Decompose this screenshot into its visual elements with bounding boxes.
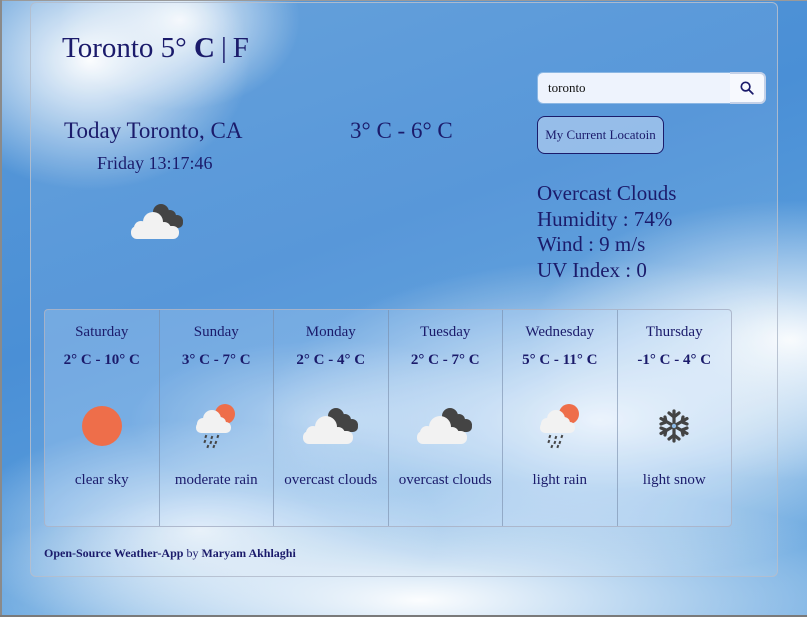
fahrenheit-toggle[interactable]: F (233, 32, 249, 64)
today-datetime: Friday 13:17:46 (97, 153, 213, 173)
weather-details: Overcast Clouds Humidity : 74% Wind : 9 … (537, 181, 676, 283)
footer: Open-Source Weather-App by Maryam Akhlag… (44, 546, 296, 561)
forecast-day: Monday 2° C - 4° C overcast clouds (274, 310, 389, 526)
current-location-button[interactable]: My Current Locatoin (537, 116, 664, 154)
forecast-day: Wednesday 5° C - 11° C light rain (503, 310, 618, 526)
forecast-day-description: light snow (642, 472, 706, 488)
forecast-day-range: -1° C - 4° C (637, 352, 712, 368)
window-top-edge (0, 0, 807, 1)
forecast-day-description: moderate rain (174, 472, 258, 488)
forecast-day: Saturday 2° C - 10° C clear sky (45, 310, 160, 526)
forecast-day-name: Monday (305, 324, 356, 340)
forecast-day-name: Wednesday (525, 324, 595, 340)
forecast-day-name: Tuesday (420, 324, 471, 340)
today-location: Today Toronto, CA (64, 118, 243, 143)
forecast-day-name: Saturday (75, 324, 129, 340)
forecast-day-description: overcast clouds (398, 472, 492, 488)
current-temperature: 5° (160, 32, 187, 64)
rain-sun-icon (196, 404, 236, 449)
forecast-panel: Saturday 2° C - 10° C clear sky Sunday 3… (44, 309, 732, 527)
search-form (537, 72, 766, 104)
page-title: Toronto 5° C | F (62, 30, 249, 66)
window-left-edge (0, 0, 2, 617)
forecast-day-name: Sunday (193, 324, 239, 340)
search-button[interactable] (730, 72, 766, 104)
uv-index-text: UV Index : 0 (537, 257, 647, 282)
footer-by-text: by (186, 546, 199, 560)
clear-sky-icon (81, 406, 122, 446)
overcast-clouds-icon (131, 204, 183, 239)
city-search-input[interactable] (538, 73, 730, 103)
today-temperature-range: 3° C - 6° C (350, 118, 453, 143)
forecast-day-range: 5° C - 11° C (522, 352, 598, 368)
overcast-clouds-icon (417, 408, 473, 444)
forecast-day-name: Thursday (645, 324, 703, 340)
forecast-day: Tuesday 2° C - 7° C overcast clouds (389, 310, 503, 526)
search-icon (740, 81, 754, 95)
overcast-clouds-icon (302, 408, 358, 444)
humidity-text: Humidity : 74% (537, 206, 673, 231)
forecast-day: Sunday 3° C - 7° C moderate rain (160, 310, 274, 526)
forecast-day-range: 3° C - 7° C (181, 352, 251, 368)
celsius-toggle[interactable]: C (194, 32, 215, 64)
forecast-day-description: clear sky (74, 472, 129, 488)
forecast-day: Thursday -1° C - 4° C light snow (618, 310, 732, 526)
forecast-day-range: 2° C - 4° C (296, 352, 366, 368)
city-name: Toronto (62, 32, 154, 64)
author-link[interactable]: Maryam Akhlaghi (201, 546, 295, 560)
forecast-day-description: overcast clouds (284, 472, 378, 488)
forecast-day-range: 2° C - 7° C (410, 352, 480, 368)
unit-separator: | (220, 32, 227, 64)
condition-text: Overcast Clouds (537, 181, 677, 205)
rain-sun-icon (539, 404, 579, 449)
forecast-day-description: light rain (532, 472, 588, 488)
project-link[interactable]: Open-Source Weather-App (44, 546, 183, 560)
forecast-day-range: 2° C - 10° C (63, 352, 140, 368)
wind-text: Wind : 9 m/s (537, 232, 646, 256)
snow-icon (659, 409, 689, 443)
